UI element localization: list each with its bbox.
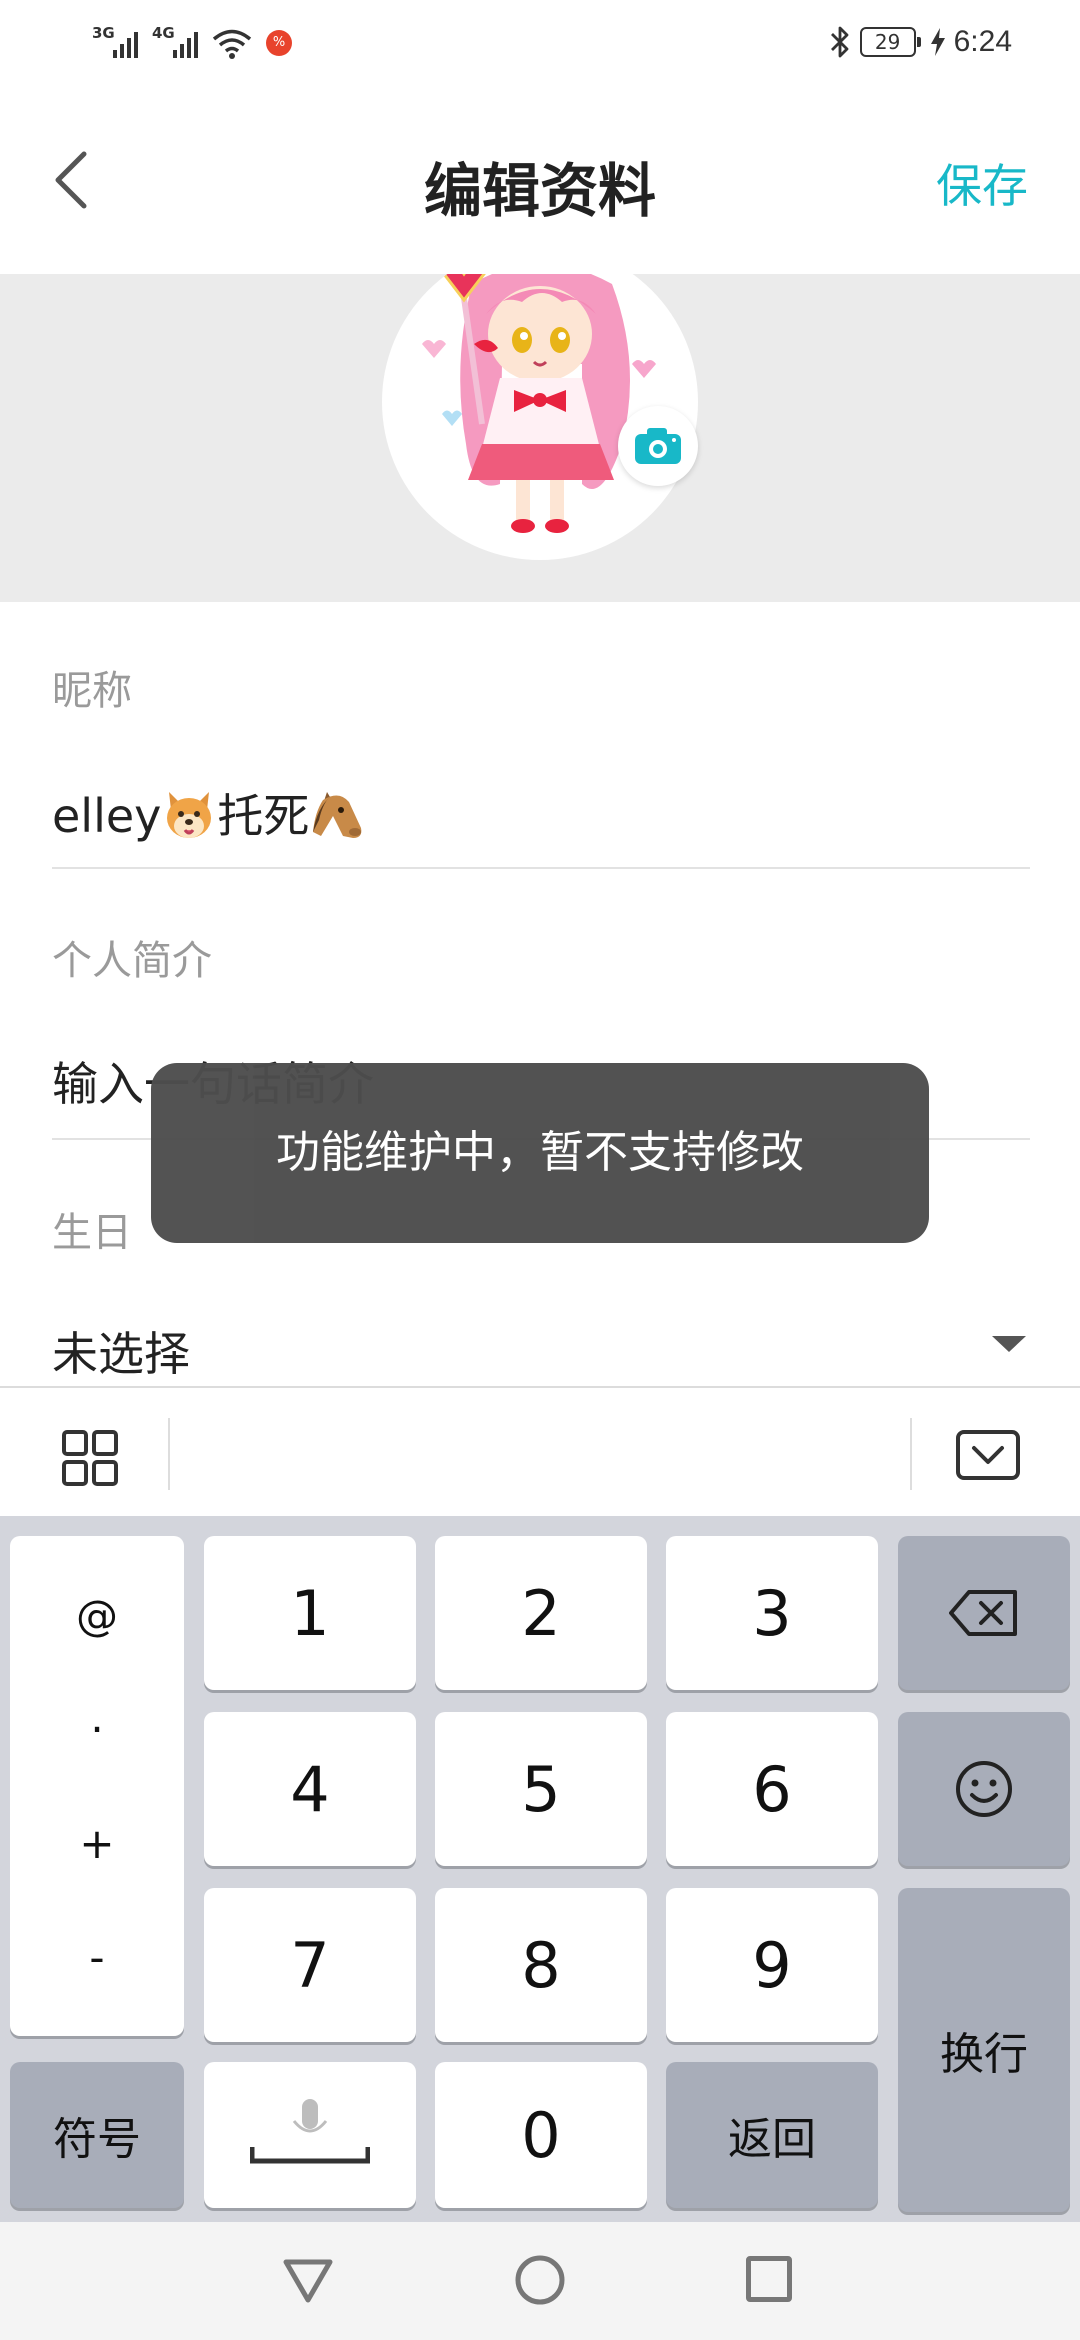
key-dot[interactable]: · <box>90 1705 103 1754</box>
keyboard-toolbar <box>0 1386 1080 1516</box>
key-1[interactable]: 1 <box>204 1536 416 1690</box>
wifi-icon <box>212 29 252 59</box>
enter-key[interactable]: 换行 <box>898 1888 1070 2212</box>
nickname-field[interactable]: elley 托死 <box>52 780 365 846</box>
page-title: 编辑资料 <box>423 157 656 225</box>
backspace-icon <box>949 1590 1017 1636</box>
key-5[interactable]: 5 <box>435 1712 647 1866</box>
network-type-4g: 4G <box>152 24 175 42</box>
status-left: 3G 4G % <box>92 20 292 60</box>
birthday-select[interactable]: 未选择 <box>52 1318 190 1384</box>
key-minus[interactable]: - <box>89 1933 104 1982</box>
numeric-keyboard: @ · + - 1 2 3 4 5 6 7 8 9 换行 符号 0 返回 <box>0 1516 1080 2222</box>
key-2[interactable]: 2 <box>435 1536 647 1690</box>
bio-label: 个人简介 <box>52 938 212 984</box>
battery-indicator: 29 <box>859 27 921 57</box>
symbol-key-column[interactable]: @ · + - <box>10 1536 184 2036</box>
key-3[interactable]: 3 <box>666 1536 878 1690</box>
space-key[interactable] <box>204 2062 416 2208</box>
key-7[interactable]: 7 <box>204 1888 416 2042</box>
signal-3g-icon: 3G <box>92 24 138 60</box>
nav-home-button[interactable] <box>514 2254 566 2306</box>
key-8[interactable]: 8 <box>435 1888 647 2042</box>
status-bar: 3G 4G % 29 6:24 <box>0 0 1080 84</box>
enter-key-label: 换行 <box>940 2029 1028 2080</box>
nickname-text-1: elley <box>52 789 162 843</box>
key-at[interactable]: @ <box>76 1591 118 1640</box>
system-navigation-bar <box>0 2222 1080 2340</box>
camera-icon <box>635 428 681 464</box>
toolbar-divider <box>910 1418 912 1490</box>
divider <box>52 867 1030 869</box>
save-button[interactable]: 保存 <box>936 150 1028 216</box>
charging-icon <box>930 28 945 56</box>
nickname-text-2: 托死 <box>217 789 310 843</box>
grid-icon[interactable] <box>62 1430 118 1486</box>
dropdown-arrow-icon[interactable] <box>992 1336 1026 1352</box>
return-key-label: 返回 <box>728 2114 816 2165</box>
avatar-section <box>0 274 1080 602</box>
network-type-3g: 3G <box>92 24 115 42</box>
key-9[interactable]: 9 <box>666 1888 878 2042</box>
change-avatar-button[interactable] <box>618 406 698 486</box>
key-plus[interactable]: + <box>79 1819 114 1868</box>
shiba-dog-emoji-icon <box>167 792 212 838</box>
horse-face-emoji-icon <box>313 792 362 838</box>
status-time: 6:24 <box>953 25 1012 58</box>
toolbar-divider <box>168 1418 170 1490</box>
keyboard-collapse-icon[interactable] <box>956 1430 1020 1480</box>
key-4[interactable]: 4 <box>204 1712 416 1866</box>
header: 编辑资料 保存 <box>0 84 1080 274</box>
return-key[interactable]: 返回 <box>666 2062 878 2208</box>
backspace-key[interactable] <box>898 1536 1070 1690</box>
symbols-key[interactable]: 符号 <box>10 2062 184 2208</box>
symbols-key-label: 符号 <box>53 2114 141 2165</box>
toast-message: 功能维护中，暂不支持修改 <box>151 1063 929 1243</box>
emoji-key[interactable] <box>898 1712 1070 1866</box>
microphone-icon <box>250 2099 370 2164</box>
status-right: 29 6:24 <box>828 20 1012 64</box>
nickname-label: 昵称 <box>52 668 132 714</box>
bluetooth-icon <box>830 26 849 58</box>
key-0[interactable]: 0 <box>435 2062 647 2208</box>
smiley-icon <box>956 1761 1012 1817</box>
notification-app-icon: % <box>266 30 292 56</box>
birthday-label: 生日 <box>52 1210 132 1256</box>
signal-4g-icon: 4G <box>152 24 198 60</box>
key-6[interactable]: 6 <box>666 1712 878 1866</box>
nav-recents-button[interactable] <box>746 2256 792 2302</box>
nav-back-button[interactable] <box>282 2256 334 2306</box>
